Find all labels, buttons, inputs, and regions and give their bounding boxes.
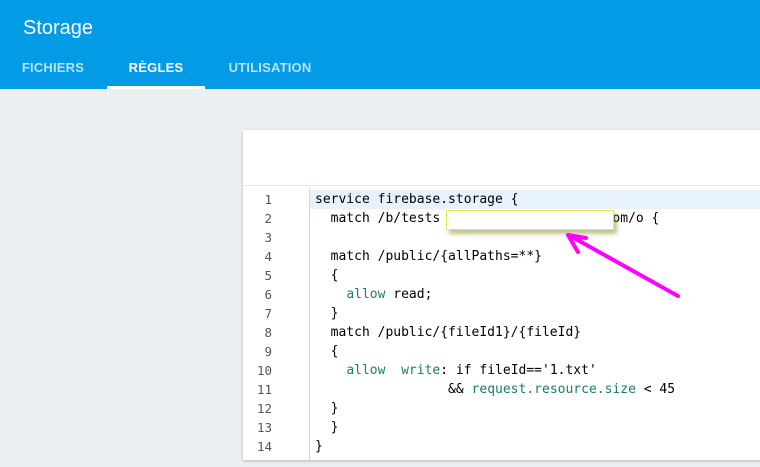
line-number: 9 [264,344,272,359]
editor-toolbar [243,130,760,186]
page-title: Storage [23,17,94,39]
code-line: } [315,420,339,435]
code-line: } [315,439,323,454]
code-line: service firebase.storage { [315,192,519,207]
line-number: 7 [264,306,272,321]
line-number: 6 [264,287,272,302]
code-keyword: write [401,363,441,378]
line-number: 8 [264,325,272,340]
code-keyword: allow [346,363,386,378]
tab-regles[interactable]: RÈGLES [107,52,205,89]
code-keyword: allow [346,287,386,302]
line-number: 10 [256,363,272,378]
code-line: allow read; [346,287,433,302]
line-number: 4 [264,249,272,264]
code-line: { [315,344,339,359]
line-number: 11 [256,382,272,397]
code-line: } [315,306,339,321]
code-line: { [315,268,339,283]
code-line: } [315,401,339,416]
line-number: 12 [256,401,272,416]
code-line: match /public/{allPaths=**} [315,249,542,264]
tab-fichiers[interactable]: FICHIERS [0,52,106,89]
redaction-box [446,210,614,230]
tab-utilisation[interactable]: UTILISATION [212,52,328,89]
code-line: && request.resource.size < 45 [315,382,676,397]
code-line: match /public/{fileId1}/{fileId} [315,325,582,340]
code-line: allow write: if fileId=='1.txt' [346,363,597,378]
active-tab-indicator [107,86,205,89]
rules-panel: 1 2 3 4 5 6 7 8 9 10 11 12 13 14 service… [243,130,760,460]
line-number: 3 [264,230,272,245]
line-number: 5 [264,268,272,283]
line-number: 2 [264,211,272,226]
line-number: 1 [264,192,272,207]
line-number-gutter: 1 2 3 4 5 6 7 8 9 10 11 12 13 14 [243,187,309,460]
app-header: Storage FICHIERS RÈGLES UTILISATION [0,0,760,89]
line-number: 13 [256,420,272,435]
code-keyword: request.resource.size [471,382,636,397]
line-number: 14 [256,439,272,454]
